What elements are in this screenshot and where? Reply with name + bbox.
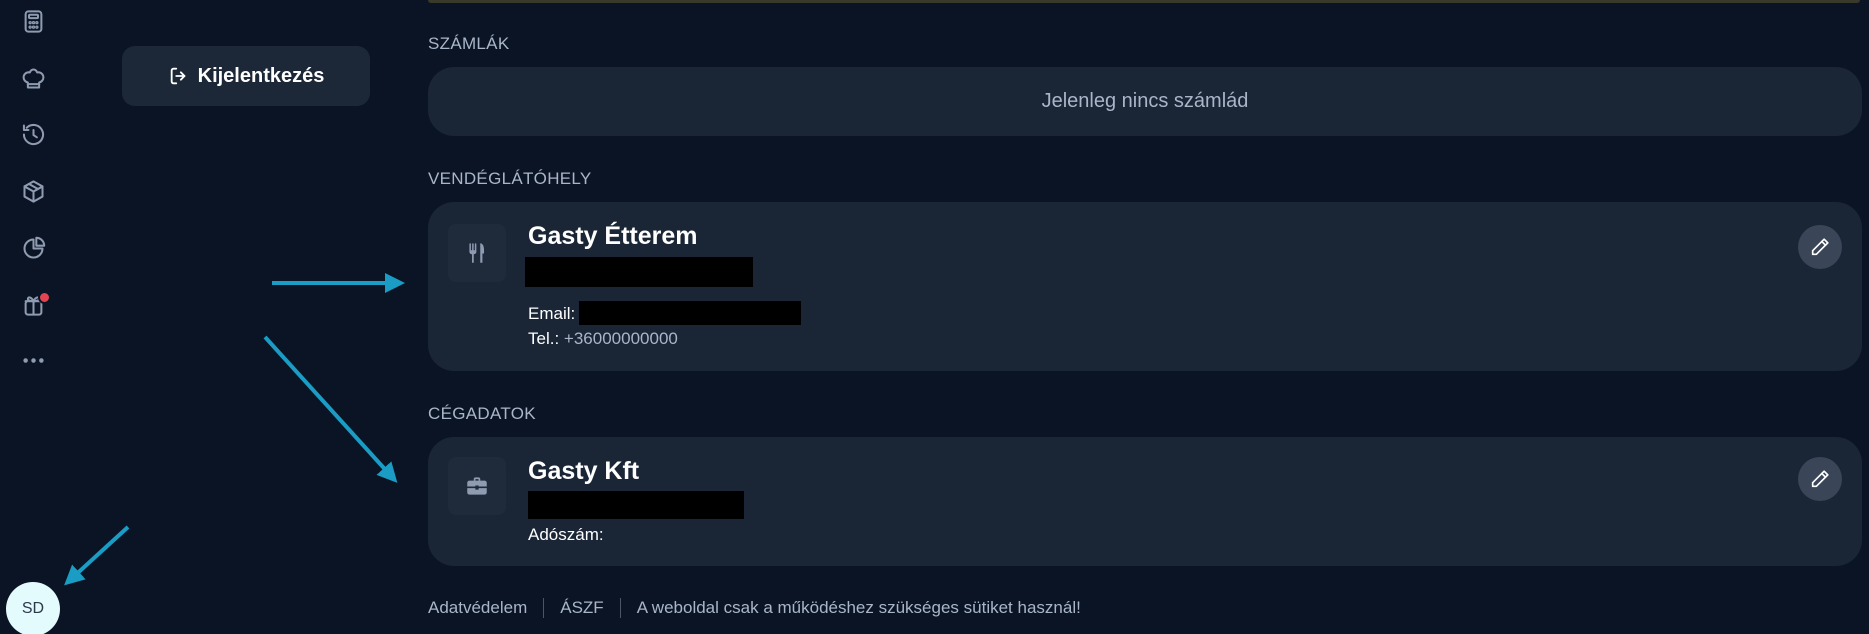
venue-card: Gasty Étterem Email: Tel.: +36000000000: [428, 202, 1862, 371]
privacy-link[interactable]: Adatvédelem: [428, 598, 527, 618]
box-icon[interactable]: [16, 174, 50, 208]
company-tax-row: Adószám:: [528, 525, 604, 545]
venue-phone-value: +36000000000: [563, 329, 678, 348]
settings-page: SD Kijelentkezés SZÁMLÁK Jelenleg nincs …: [0, 0, 1869, 634]
pie-chart-icon[interactable]: [16, 231, 50, 265]
venue-phone-label: Tel.:: [528, 329, 560, 348]
invoices-empty-text: Jelenleg nincs számlád: [1041, 90, 1249, 112]
company-card: Gasty Kft Adószám:: [428, 437, 1862, 566]
chef-hat-icon[interactable]: [16, 61, 50, 95]
arrow-to-avatar: [64, 525, 130, 586]
briefcase-icon: [467, 477, 487, 495]
company-name: Gasty Kft: [528, 457, 640, 485]
edit-company-button[interactable]: [1798, 457, 1842, 501]
edit-venue-button[interactable]: [1798, 225, 1842, 269]
sidebar: SD: [0, 0, 68, 634]
notification-dot: [38, 291, 51, 304]
avatar[interactable]: SD: [6, 582, 60, 634]
logout-label: Kijelentkezés: [197, 64, 325, 87]
company-tax-label: Adószám:: [528, 525, 604, 544]
logout-icon: [170, 67, 186, 85]
pencil-icon: [1811, 238, 1829, 256]
previous-card-edge: [428, 0, 1860, 3]
venue-email-redacted: [579, 301, 801, 325]
venue-email-row: Email:: [528, 304, 575, 324]
venue-icon-box: [448, 224, 506, 282]
arrow-to-company: [263, 335, 398, 483]
history-icon[interactable]: [16, 117, 50, 151]
venue-email-label: Email:: [528, 304, 576, 323]
calculator-icon[interactable]: [16, 4, 50, 38]
venue-name: Gasty Étterem: [528, 222, 698, 250]
footer-divider: [619, 598, 621, 618]
venue-address-redacted: [525, 257, 753, 287]
terms-link[interactable]: ÁSZF: [560, 598, 603, 618]
footer: Adatvédelem ÁSZF A weboldal csak a működ…: [428, 598, 1081, 618]
invoices-section-label: SZÁMLÁK: [428, 34, 510, 53]
venue-phone-row: Tel.: +36000000000: [528, 329, 678, 349]
logout-button[interactable]: Kijelentkezés: [122, 46, 370, 106]
venue-section-label: VENDÉGLÁTÓHELY: [428, 169, 592, 188]
footer-divider: [543, 598, 545, 618]
cookie-notice: A weboldal csak a működéshez szükséges s…: [636, 598, 1081, 617]
fork-knife-icon: [469, 243, 485, 263]
more-icon[interactable]: [16, 343, 50, 377]
invoices-card: Jelenleg nincs számlád: [428, 67, 1862, 136]
company-address-redacted: [528, 491, 744, 519]
pencil-icon: [1811, 470, 1829, 488]
company-icon-box: [448, 457, 506, 515]
company-section-label: CÉGADATOK: [428, 404, 536, 423]
gift-icon[interactable]: [16, 287, 51, 321]
